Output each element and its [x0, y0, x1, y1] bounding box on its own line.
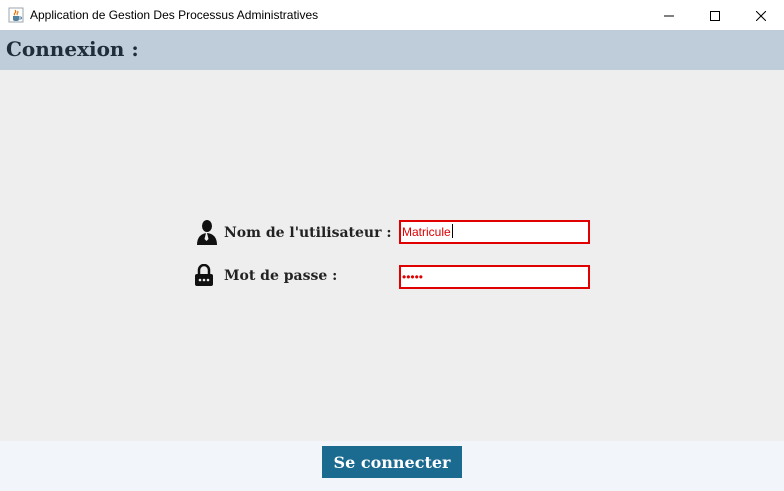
header-band: Connexion :: [0, 30, 784, 70]
password-input[interactable]: •••••: [399, 265, 590, 289]
password-label: Mot de passe :: [224, 268, 338, 284]
text-caret: [451, 224, 453, 238]
lock-icon: [194, 263, 214, 290]
connect-button[interactable]: Se connecter: [322, 446, 462, 478]
java-cup-icon: [8, 7, 24, 23]
minimize-button[interactable]: [646, 0, 692, 30]
username-label: Nom de l'utilisateur :: [224, 225, 392, 241]
close-icon: [755, 6, 767, 25]
maximize-icon: [710, 6, 720, 25]
password-value: •••••: [402, 270, 424, 284]
minimize-icon: [664, 6, 674, 25]
username-input[interactable]: Matricule: [399, 220, 590, 244]
maximize-button[interactable]: [692, 0, 738, 30]
window-titlebar: Application de Gestion Des Processus Adm…: [0, 0, 784, 30]
username-value: Matricule: [402, 225, 451, 239]
page-title: Connexion :: [6, 37, 139, 61]
user-icon: [196, 219, 218, 249]
window-title: Application de Gestion Des Processus Adm…: [30, 8, 319, 22]
close-button[interactable]: [738, 0, 784, 30]
footer-band: Se connecter: [0, 441, 784, 491]
